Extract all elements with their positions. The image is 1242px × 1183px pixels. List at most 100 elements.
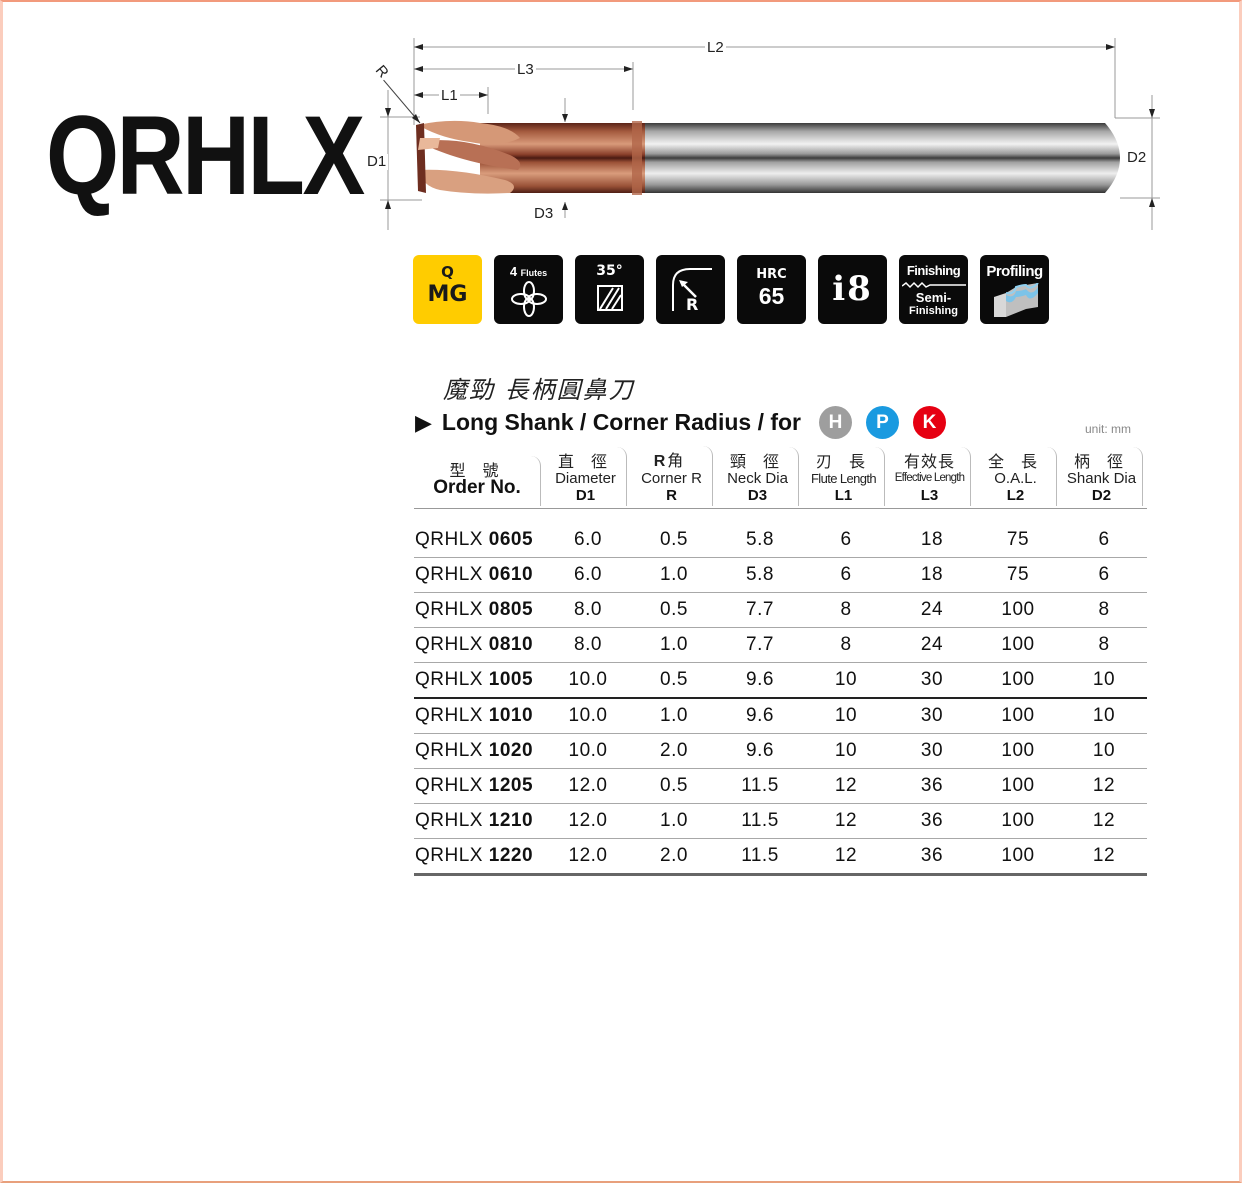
cell-l2: 100 bbox=[975, 592, 1061, 628]
cell-d3: 11.5 bbox=[717, 803, 803, 839]
dim-label-l1: L1 bbox=[439, 87, 460, 104]
cell-d3: 9.6 bbox=[717, 698, 803, 734]
cell-l1: 12 bbox=[803, 803, 889, 839]
order-prefix: QRHLX bbox=[415, 705, 483, 726]
cell-r: 1.0 bbox=[631, 803, 717, 839]
cell-l3: 36 bbox=[889, 768, 975, 804]
header-neck-dia: 頸 徑 Neck Dia D3 bbox=[717, 446, 803, 509]
cell-l2: 75 bbox=[975, 523, 1061, 558]
cell-l3: 18 bbox=[889, 523, 975, 558]
header-shank-dia: 柄 徑 Shank Dia D2 bbox=[1061, 446, 1147, 509]
header-oal: 全 長 O.A.L. L2 bbox=[975, 446, 1061, 509]
table-row: QRHLX 1205 12.0 0.5 11.5 12 36 100 12 bbox=[414, 768, 1147, 804]
header-diameter: 直 徑 Diameter D1 bbox=[545, 446, 631, 509]
table-row: QRHLX 1220 12.0 2.0 11.5 12 36 100 12 bbox=[414, 838, 1147, 876]
cell-r: 2.0 bbox=[631, 838, 717, 876]
order-number: 0605 bbox=[488, 529, 534, 550]
order-no-cell: QRHLX 1010 bbox=[414, 698, 545, 734]
order-no-cell: QRHLX 1020 bbox=[414, 733, 545, 769]
cell-r: 0.5 bbox=[631, 592, 717, 628]
order-prefix: QRHLX bbox=[415, 810, 483, 831]
cell-l1: 10 bbox=[803, 698, 889, 734]
order-number: 1005 bbox=[488, 669, 534, 690]
order-prefix: QRHLX bbox=[415, 634, 483, 655]
order-prefix: QRHLX bbox=[415, 564, 483, 585]
cell-d2: 12 bbox=[1061, 803, 1147, 839]
order-number: 1220 bbox=[488, 845, 534, 866]
cell-d2: 8 bbox=[1061, 592, 1147, 628]
cell-l2: 100 bbox=[975, 627, 1061, 663]
order-prefix: QRHLX bbox=[415, 599, 483, 620]
order-number: 1020 bbox=[488, 740, 534, 761]
material-h-badge: H bbox=[819, 406, 853, 439]
cell-r: 0.5 bbox=[631, 523, 717, 558]
cell-l3: 30 bbox=[889, 733, 975, 769]
tool-drawing: R L2 L3 L1 D1 D2 D3 bbox=[360, 30, 1180, 240]
helix-35-icon: 35° bbox=[575, 255, 644, 324]
profiled-block-icon bbox=[994, 283, 1039, 317]
product-title-chinese: 魔勁 長柄圓鼻刀 bbox=[443, 376, 635, 404]
helix-angle-icon bbox=[597, 285, 623, 311]
four-flutes-icon: 4 Flutes bbox=[494, 255, 563, 324]
cell-d2: 10 bbox=[1061, 662, 1147, 699]
table-row: QRHLX 1005 10.0 0.5 9.6 10 30 100 10 bbox=[414, 662, 1147, 699]
order-number: 0610 bbox=[488, 564, 534, 585]
unit-label: unit: mm bbox=[1085, 422, 1132, 436]
table-row: QRHLX 0810 8.0 1.0 7.7 8 24 100 8 bbox=[414, 627, 1147, 663]
hrc-65-icon: HRC 65 bbox=[737, 255, 806, 324]
cell-d1: 12.0 bbox=[545, 768, 631, 804]
order-no-cell: QRHLX 0810 bbox=[414, 627, 545, 663]
cell-d3: 9.6 bbox=[717, 662, 803, 699]
cell-d2: 10 bbox=[1061, 698, 1147, 734]
cell-r: 1.0 bbox=[631, 698, 717, 734]
cell-l2: 75 bbox=[975, 557, 1061, 593]
order-prefix: QRHLX bbox=[415, 740, 483, 761]
cell-l1: 6 bbox=[803, 523, 889, 558]
material-k-badge: K bbox=[913, 406, 947, 439]
order-number: 1205 bbox=[488, 775, 534, 796]
cell-l2: 100 bbox=[975, 803, 1061, 839]
cell-l1: 12 bbox=[803, 768, 889, 804]
cell-r: 0.5 bbox=[631, 768, 717, 804]
cell-d1: 6.0 bbox=[545, 557, 631, 593]
order-prefix: QRHLX bbox=[415, 669, 483, 690]
cell-d1: 12.0 bbox=[545, 838, 631, 876]
header-order-no: 型 號 Order No. bbox=[414, 446, 545, 509]
cell-l3: 24 bbox=[889, 627, 975, 663]
cell-l1: 10 bbox=[803, 662, 889, 699]
cell-r: 1.0 bbox=[631, 627, 717, 663]
table-row: QRHLX 0610 6.0 1.0 5.8 6 18 75 6 bbox=[414, 557, 1147, 593]
order-no-cell: QRHLX 1005 bbox=[414, 662, 545, 699]
cell-d2: 12 bbox=[1061, 838, 1147, 876]
dim-label-l3: L3 bbox=[515, 61, 536, 78]
cell-r: 1.0 bbox=[631, 557, 717, 593]
cell-r: 2.0 bbox=[631, 733, 717, 769]
feature-icons: Q MG 4 Flutes 35° R HRC 65 i8 Finishing … bbox=[413, 255, 1049, 324]
cell-d1: 10.0 bbox=[545, 662, 631, 699]
cell-d1: 12.0 bbox=[545, 803, 631, 839]
header-effective-length: 有效長 Effective Length L3 bbox=[889, 446, 975, 509]
cell-l3: 24 bbox=[889, 592, 975, 628]
order-no-cell: QRHLX 1205 bbox=[414, 768, 545, 804]
cell-l3: 36 bbox=[889, 838, 975, 876]
order-no-cell: QRHLX 1210 bbox=[414, 803, 545, 839]
cell-l2: 100 bbox=[975, 698, 1061, 734]
dim-label-d3: D3 bbox=[532, 205, 556, 222]
cell-d1: 10.0 bbox=[545, 698, 631, 734]
cell-l3: 30 bbox=[889, 662, 975, 699]
order-number: 1010 bbox=[488, 705, 534, 726]
cell-l1: 8 bbox=[803, 592, 889, 628]
product-code-title: QRHLX bbox=[46, 93, 365, 218]
cell-l2: 100 bbox=[975, 768, 1061, 804]
order-no-cell: QRHLX 1220 bbox=[414, 838, 545, 876]
dim-label-l2: L2 bbox=[705, 39, 726, 56]
table-row: QRHLX 1020 10.0 2.0 9.6 10 30 100 10 bbox=[414, 733, 1147, 769]
cell-d3: 7.7 bbox=[717, 592, 803, 628]
dim-label-d2: D2 bbox=[1125, 149, 1149, 166]
title-text: Long Shank / Corner Radius / for bbox=[441, 409, 802, 435]
flute-cross-section-icon bbox=[511, 281, 547, 317]
corner-radius-icon: R bbox=[656, 255, 725, 324]
table-row: QRHLX 1010 10.0 1.0 9.6 10 30 100 10 bbox=[414, 698, 1147, 734]
cell-d3: 11.5 bbox=[717, 768, 803, 804]
material-p-badge: P bbox=[866, 406, 900, 439]
